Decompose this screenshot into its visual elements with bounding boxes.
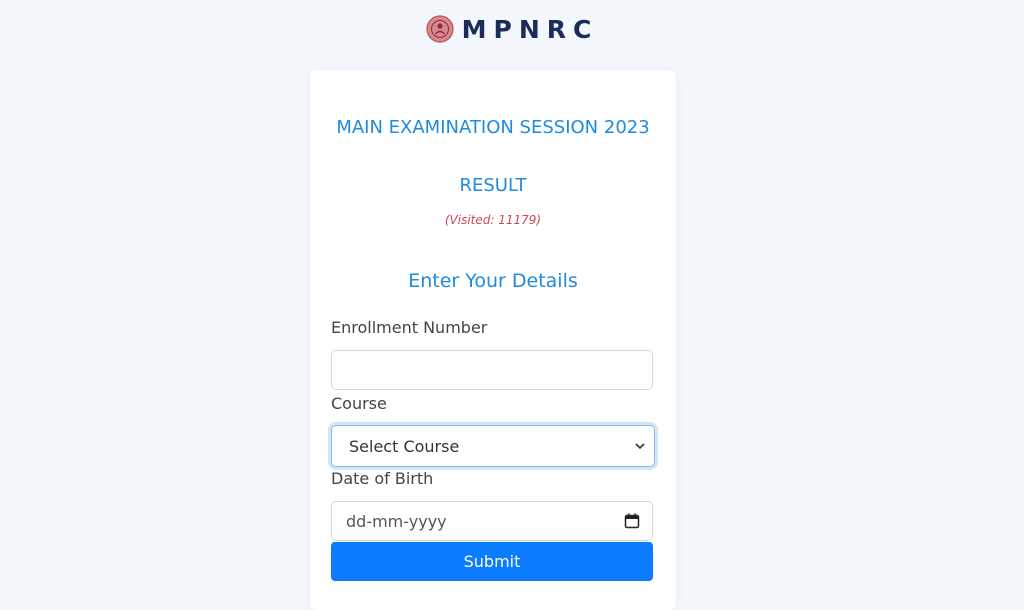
dob-input[interactable]: dd-mm-yyyy: [331, 501, 653, 541]
result-heading: RESULT: [459, 175, 527, 196]
chevron-down-icon: [635, 443, 645, 450]
visit-counter: (Visited: 11179): [444, 213, 542, 227]
exam-session-title: MAIN EXAMINATION SESSION 2023: [336, 117, 650, 138]
result-form-card: MAIN EXAMINATION SESSION 2023 RESULT (Vi…: [310, 70, 676, 610]
course-select[interactable]: Select Course: [331, 425, 655, 467]
submit-button[interactable]: Submit: [331, 542, 653, 581]
dob-label: Date of Birth: [331, 469, 434, 488]
calendar-icon[interactable]: [624, 513, 640, 529]
course-selected-value: Select Course: [349, 436, 460, 456]
form-title: Enter Your Details: [408, 270, 578, 292]
course-label: Course: [331, 394, 387, 413]
emblem-icon: [426, 15, 454, 43]
dob-placeholder: dd-mm-yyyy: [346, 511, 447, 531]
logo-text[interactable]: MPNRC: [462, 15, 599, 44]
enrollment-input[interactable]: [331, 350, 653, 390]
enrollment-label: Enrollment Number: [331, 318, 488, 337]
site-header: MPNRC: [0, 12, 1024, 46]
